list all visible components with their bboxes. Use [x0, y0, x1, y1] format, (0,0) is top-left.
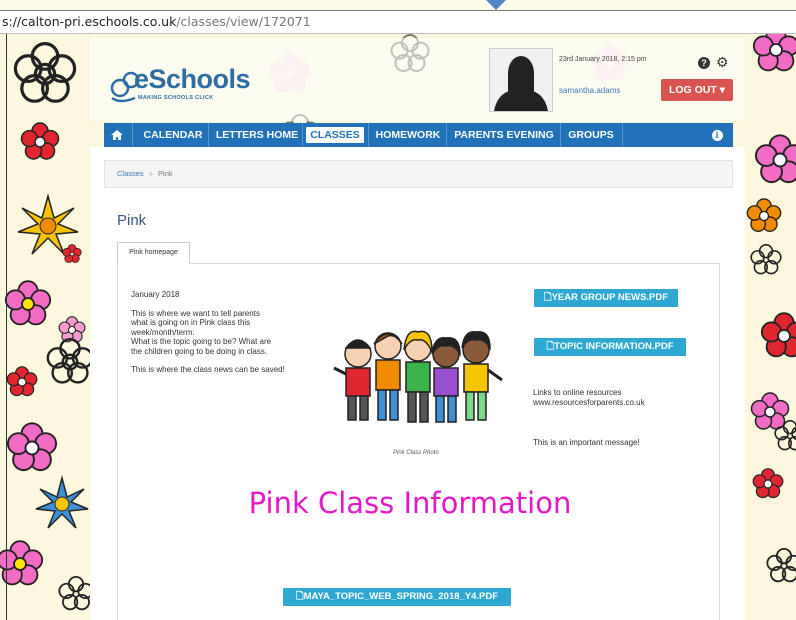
info-icon[interactable]: i: [710, 123, 724, 147]
pink-class-heading: Pink Class Information: [248, 486, 572, 520]
links-url[interactable]: www.resourcesforparents.co.uk: [533, 398, 645, 408]
breadcrumb: Classes » Pink: [104, 160, 733, 188]
pdf-file-icon: 🗋: [543, 292, 552, 303]
main-nav: CALENDAR LETTERS HOME CLASSES HOMEWORK P…: [104, 123, 733, 147]
nav-item-letters-home[interactable]: LETTERS HOME: [214, 123, 300, 147]
topic-information-label: TOPIC INFORMATION.PDF: [554, 341, 674, 352]
avatar[interactable]: [489, 48, 553, 112]
caret-down-icon: ▾: [719, 84, 726, 96]
year-group-news-pdf-button[interactable]: 🗋YEAR GROUP NEWS.PDF: [534, 289, 678, 307]
page-title: Pink: [117, 212, 147, 229]
logo-tagline: MAKING SCHOOLS CLICK: [138, 95, 214, 101]
bookmark-arrow-icon: [486, 0, 506, 10]
pdf-file-icon: 🗋: [546, 341, 555, 352]
logout-button[interactable]: LOG OUT ▾: [661, 79, 733, 101]
home-icon[interactable]: [104, 123, 130, 147]
intro-line-4: What is the topic going to be? What are: [131, 337, 272, 346]
logout-label: LOG OUT: [668, 84, 717, 96]
intro-line-5: the children going to be doing in class.: [131, 346, 268, 356]
address-bar[interactable]: s://calton-pri.eschools.co.uk/classes/vi…: [0, 10, 796, 34]
intro-line-2: what is going on in Pink class this: [131, 318, 251, 327]
maya-topic-label: MAYA_TOPIC_WEB_SPRING_2018_Y4.PDF: [303, 591, 499, 602]
class-intro-text: January 2018 This is where we want to te…: [131, 290, 311, 375]
pdf-file-icon: 🗋: [295, 591, 304, 602]
login-datetime: 23rd January 2018, 2:15 pm: [559, 56, 647, 63]
topic-information-pdf-button[interactable]: 🗋TOPIC INFORMATION.PDF: [534, 338, 686, 356]
important-message: This is an important message!: [533, 438, 640, 447]
username-link[interactable]: samantha.adams: [559, 86, 620, 95]
maya-topic-pdf-button[interactable]: 🗋MAYA_TOPIC_WEB_SPRING_2018_Y4.PDF: [283, 588, 511, 606]
nav-item-parents-evening[interactable]: PARENTS EVENING: [452, 123, 556, 147]
nav-item-homework[interactable]: HOMEWORK: [372, 123, 444, 147]
nav-item-classes[interactable]: CLASSES: [306, 127, 364, 143]
url-domain: s://calton-pri.eschools.co.uk: [2, 14, 177, 29]
url-path: /classes/view/172071: [176, 14, 311, 29]
class-photo-image: [333, 330, 503, 423]
photo-caption: Pink Class Photo: [393, 450, 439, 456]
intro-line-3: week/month/term.: [131, 327, 195, 337]
intro-date: January 2018: [131, 290, 180, 299]
window-edge: [6, 34, 7, 620]
nav-item-groups[interactable]: GROUPS: [564, 123, 618, 147]
year-group-news-label: YEAR GROUP NEWS.PDF: [551, 292, 669, 303]
intro-news: This is where the class news can be save…: [131, 365, 285, 374]
help-icon[interactable]: ?: [698, 57, 710, 69]
intro-line-1: This is where we want to tell parents: [131, 308, 260, 318]
breadcrumb-current: Pink: [158, 169, 173, 178]
breadcrumb-classes-link[interactable]: Classes: [117, 169, 144, 178]
nav-item-calendar[interactable]: CALENDAR: [140, 123, 206, 147]
breadcrumb-separator: »: [148, 169, 153, 178]
tab-pink-homepage[interactable]: Pink homepage: [117, 242, 190, 264]
links-title: Links to online resources: [533, 388, 622, 397]
gear-icon[interactable]: ⚙: [716, 55, 729, 69]
logo-text: eSchools: [134, 64, 251, 94]
user-silhouette-icon: [494, 56, 548, 111]
